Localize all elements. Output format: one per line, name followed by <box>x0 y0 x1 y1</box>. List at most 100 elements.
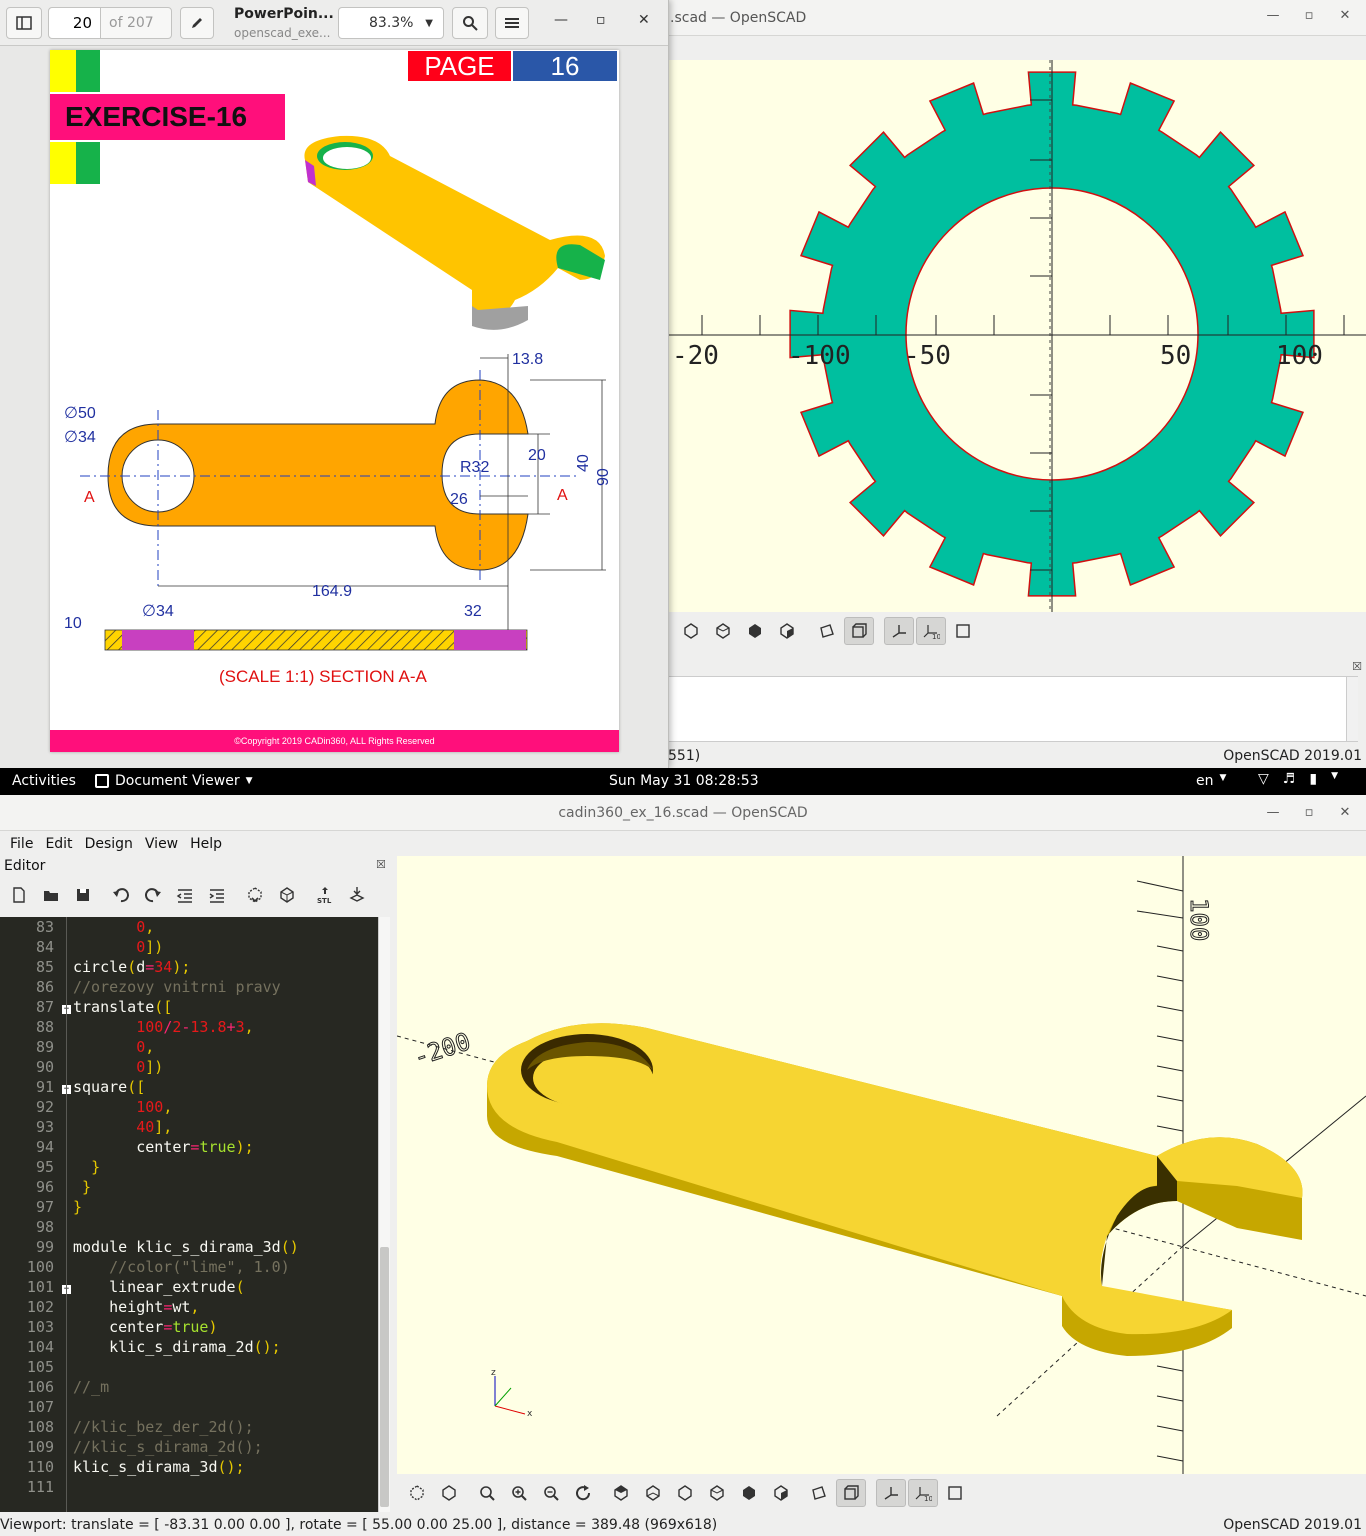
view-back-icon[interactable] <box>766 1479 796 1507</box>
view-front-icon[interactable] <box>772 617 802 645</box>
perspective-icon[interactable] <box>812 617 842 645</box>
zoom-out-icon[interactable] <box>536 1479 566 1507</box>
search-button[interactable] <box>452 7 488 39</box>
close-icon[interactable]: ✕ <box>1338 805 1352 820</box>
keyboard-layout[interactable]: en ▼ <box>1196 773 1226 789</box>
menu-file[interactable]: File <box>4 836 39 852</box>
minimize-icon[interactable]: — <box>554 12 568 28</box>
perspective-icon[interactable] <box>804 1479 834 1507</box>
code-editor[interactable]: 83 84 85 86 87 88 89 90 91 92 93 94 95 96 97 98 99 100 101… <box>0 917 390 1512</box>
edges-icon[interactable] <box>940 1479 970 1507</box>
maximize-icon[interactable]: ▫ <box>1302 805 1316 820</box>
gnome-top-bar: Activities Document Viewer ▼ Sun May 31 … <box>0 768 1366 795</box>
scale-markers-icon[interactable]: 10 <box>916 617 946 645</box>
close-icon[interactable]: ✕ <box>1338 8 1352 23</box>
line-number: 89 <box>35 1038 54 1056</box>
exercise-title: EXERCISE-16 <box>50 94 285 140</box>
export-stl-icon[interactable]: STL <box>310 881 340 909</box>
3d-viewport[interactable]: -20 -100 -50 50 100 <box>668 60 1366 612</box>
view-left-icon[interactable] <box>670 1479 700 1507</box>
indent-icon[interactable] <box>202 881 232 909</box>
show-axes-icon[interactable] <box>884 617 914 645</box>
dim-label: 10 <box>64 615 82 632</box>
close-icon[interactable]: ✕ <box>638 12 650 28</box>
line-number: 88 <box>35 1018 54 1036</box>
minimize-icon[interactable]: — <box>1266 805 1280 820</box>
console-scrollbar[interactable] <box>1346 677 1358 741</box>
color-block <box>50 142 76 184</box>
view-bottom-icon[interactable] <box>638 1479 668 1507</box>
orthogonal-icon[interactable] <box>844 617 874 645</box>
system-tray[interactable]: ▽ ♬ ▮ ▼ <box>1258 771 1338 787</box>
maximize-icon[interactable]: ▫ <box>596 12 606 28</box>
undo-icon[interactable] <box>106 881 136 909</box>
menu-edit[interactable]: Edit <box>39 836 78 852</box>
reset-view-icon[interactable] <box>568 1479 598 1507</box>
menu-button[interactable] <box>495 7 529 39</box>
page-label: PAGE <box>408 51 511 81</box>
document-viewer-icon <box>95 774 109 788</box>
minimize-icon[interactable]: — <box>1266 8 1280 23</box>
scale-markers-icon[interactable]: 10 <box>908 1479 938 1507</box>
annotate-button[interactable] <box>180 7 214 39</box>
chevron-down-icon: ▼ <box>245 776 253 786</box>
view-bottom-icon[interactable] <box>676 617 706 645</box>
3d-viewport[interactable]: -200 100 xz <box>397 856 1366 1474</box>
view-all-icon[interactable] <box>472 1479 502 1507</box>
show-axes-icon[interactable] <box>876 1479 906 1507</box>
view-front-icon[interactable] <box>734 1479 764 1507</box>
openscad-window-main: cadin360_ex_16.scad — OpenSCAD — ▫ ✕ Fil… <box>0 795 1366 1536</box>
view-left-icon[interactable] <box>708 617 738 645</box>
menu-bar: File Edit Design View Help <box>0 831 1366 857</box>
chevron-down-icon: ▼ <box>1331 771 1338 781</box>
new-file-icon[interactable] <box>4 881 34 909</box>
editor-scrollbar[interactable] <box>378 917 390 1512</box>
console-close-icon[interactable]: ☒ <box>1352 660 1362 673</box>
menu-help[interactable]: Help <box>184 836 228 852</box>
preview-icon[interactable] <box>402 1479 432 1507</box>
pdf-page: EXERCISE-16 PAGE 16 13.8 ∅50 ∅34 R32 20 … <box>50 50 619 752</box>
volume-icon: ♬ <box>1282 771 1296 787</box>
zoom-select[interactable]: 83.3% ▼ <box>338 7 444 39</box>
chevron-down-icon: ▼ <box>1219 773 1227 783</box>
page-number-input[interactable] <box>49 8 101 38</box>
open-file-icon[interactable] <box>36 881 66 909</box>
sidebar-toggle-button[interactable] <box>6 7 42 39</box>
clock[interactable]: Sun May 31 08:28:53 <box>609 773 759 789</box>
app-menu-label: Document Viewer <box>115 773 240 789</box>
line-number: 85 <box>35 958 54 976</box>
zoom-in-icon[interactable] <box>504 1479 534 1507</box>
send-to-print-icon[interactable] <box>342 881 372 909</box>
editor-close-icon[interactable]: ☒ <box>376 858 386 871</box>
line-number: 93 <box>35 1118 54 1136</box>
preview-icon[interactable] <box>240 881 270 909</box>
dim-label: R32 <box>460 459 489 476</box>
line-number: 92 <box>35 1098 54 1116</box>
menu-design[interactable]: Design <box>79 836 139 852</box>
orthogonal-icon[interactable] <box>836 1479 866 1507</box>
dim-label: 26 <box>450 491 468 508</box>
save-file-icon[interactable] <box>68 881 98 909</box>
section-marker: A <box>557 487 568 504</box>
view-right-icon[interactable] <box>702 1479 732 1507</box>
unindent-icon[interactable] <box>170 881 200 909</box>
dim-label: ∅34 <box>64 429 96 446</box>
window-title: .scad — OpenSCAD <box>670 9 807 26</box>
openscad-window-top: .scad — OpenSCAD — ▫ ✕ -20 -100 -50 50 1… <box>668 0 1366 768</box>
edges-icon[interactable] <box>948 617 978 645</box>
maximize-icon[interactable]: ▫ <box>1302 8 1316 23</box>
view-top-icon[interactable] <box>606 1479 636 1507</box>
doc-title: PowerPoin... <box>234 6 334 22</box>
view-right-icon[interactable] <box>740 617 770 645</box>
activities-button[interactable]: Activities <box>12 773 76 789</box>
status-version: OpenSCAD 2019.01 <box>1223 748 1362 764</box>
line-number: 91 <box>35 1078 54 1096</box>
render-icon[interactable] <box>434 1479 464 1507</box>
redo-icon[interactable] <box>138 881 168 909</box>
copyright-footer: ©Copyright 2019 CADin360, ALL Rights Res… <box>50 730 619 752</box>
render-icon[interactable] <box>272 881 302 909</box>
editor-panel-title: Editor <box>4 858 46 874</box>
status-version: OpenSCAD 2019.01 <box>1223 1517 1362 1533</box>
app-menu[interactable]: Document Viewer ▼ <box>95 773 253 789</box>
menu-view[interactable]: View <box>139 836 184 852</box>
